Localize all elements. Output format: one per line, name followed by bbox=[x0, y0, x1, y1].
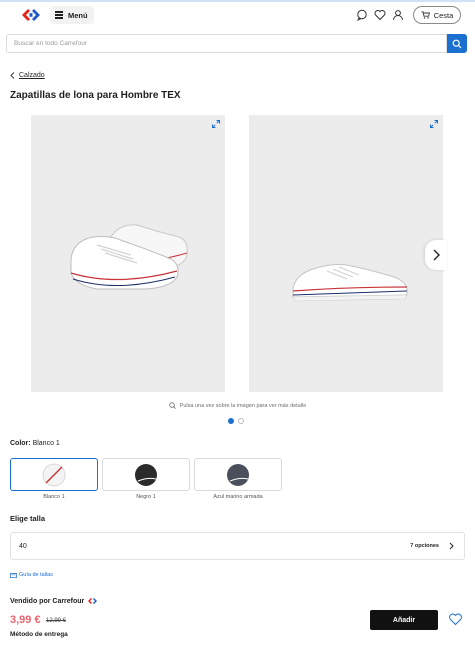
size-label: Elige talla bbox=[10, 514, 46, 523]
size-options-count: 7 opciones bbox=[410, 543, 439, 549]
product-image-2[interactable] bbox=[249, 115, 443, 392]
gallery-dot[interactable] bbox=[238, 418, 244, 424]
color-option-name: Negro 1 bbox=[136, 494, 156, 500]
size-select[interactable]: 40 7 opciones bbox=[10, 532, 465, 560]
color-option-name: Blanco 1 bbox=[43, 494, 65, 500]
sneaker-pair-illustration bbox=[70, 224, 188, 290]
color-option-negro[interactable] bbox=[102, 458, 190, 491]
cart-button[interactable]: Cesta bbox=[413, 6, 461, 24]
carrefour-logo[interactable] bbox=[20, 8, 42, 22]
color-option-name: Azul marino armada bbox=[213, 494, 263, 500]
breadcrumb-back-link[interactable]: Calzado bbox=[19, 72, 45, 79]
color-option-azul-marino[interactable] bbox=[194, 458, 282, 491]
search-input[interactable]: Buscar en todo Carrefour bbox=[6, 34, 447, 53]
gallery-pagination bbox=[228, 418, 244, 424]
menu-label: Menú bbox=[68, 10, 88, 20]
site-header: Menú Cesta bbox=[0, 2, 475, 28]
search-placeholder: Buscar en todo Carrefour bbox=[14, 40, 87, 47]
heart-icon[interactable] bbox=[374, 9, 386, 21]
product-title: Zapatillas de lona para Hombre TEX bbox=[10, 90, 181, 101]
cart-label: Cesta bbox=[433, 10, 454, 20]
color-swatch-navy bbox=[227, 463, 249, 486]
size-guide-link[interactable]: Guía de tallas bbox=[10, 572, 53, 578]
zoom-icon bbox=[169, 402, 176, 409]
color-label-title: Color: bbox=[10, 440, 31, 447]
sneaker-side-illustration bbox=[292, 264, 408, 302]
favorite-heart-icon[interactable] bbox=[448, 612, 463, 627]
color-label: Color: Blanco 1 bbox=[10, 440, 60, 447]
menu-button[interactable]: Menú bbox=[50, 6, 94, 24]
size-guide-label: Guía de tallas bbox=[19, 572, 53, 578]
gallery-dot-active[interactable] bbox=[228, 418, 234, 424]
seller-info: Vendido por Carrefour bbox=[10, 597, 98, 605]
ruler-icon bbox=[10, 572, 17, 578]
cart-icon bbox=[421, 11, 430, 19]
chat-icon[interactable] bbox=[356, 9, 368, 21]
chevron-right-icon bbox=[433, 249, 440, 261]
image-zoom-hint: Pulsa una vez sobre la imagen para ver m… bbox=[0, 402, 475, 409]
add-to-cart-label: Añadir bbox=[392, 616, 416, 624]
color-selected-value: Blanco 1 bbox=[32, 440, 60, 447]
carrefour-logo-small bbox=[88, 598, 98, 604]
current-price: 3,99 € bbox=[10, 614, 41, 626]
delivery-method-label: Método de entrega bbox=[10, 631, 68, 638]
color-swatch-white bbox=[42, 463, 66, 486]
product-image-1[interactable] bbox=[31, 115, 225, 392]
expand-icon[interactable] bbox=[430, 120, 438, 128]
gallery-next-button[interactable] bbox=[425, 240, 447, 270]
color-swatch-black bbox=[135, 463, 157, 486]
color-option-blanco[interactable] bbox=[10, 458, 98, 491]
expand-icon[interactable] bbox=[212, 120, 220, 128]
hamburger-icon bbox=[55, 11, 63, 19]
add-to-cart-button[interactable]: Añadir bbox=[370, 610, 438, 630]
search-icon bbox=[452, 39, 462, 48]
seller-label: Vendido por Carrefour bbox=[10, 597, 85, 605]
user-icon[interactable] bbox=[392, 9, 404, 21]
chevron-right-icon bbox=[449, 542, 454, 550]
chevron-left-icon bbox=[10, 72, 15, 79]
breadcrumb[interactable]: Calzado bbox=[10, 72, 45, 79]
image-hint-text: Pulsa una vez sobre la imagen para ver m… bbox=[179, 402, 307, 409]
old-price: 12,99 € bbox=[46, 618, 67, 624]
size-selected-value: 40 bbox=[19, 542, 27, 550]
search-button[interactable] bbox=[447, 34, 467, 53]
